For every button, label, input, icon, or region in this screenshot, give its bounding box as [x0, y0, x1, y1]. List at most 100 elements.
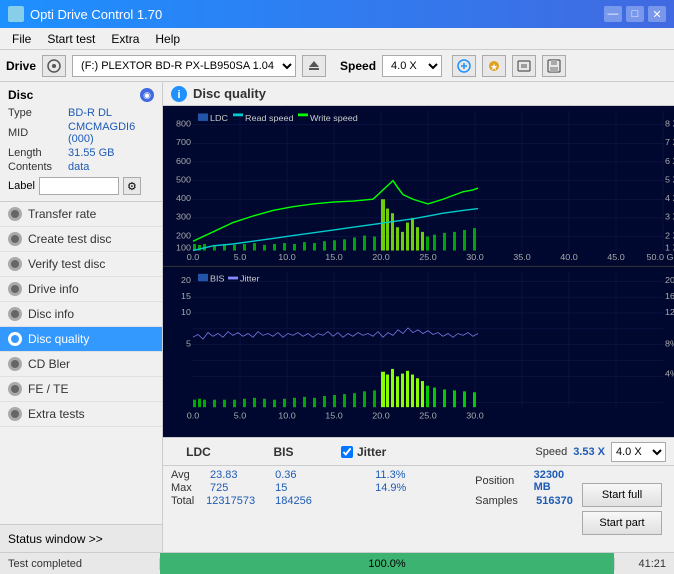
svg-text:16%: 16%	[665, 291, 674, 301]
svg-text:30.0: 30.0	[466, 411, 484, 421]
progress-text: 100.0%	[368, 558, 405, 570]
status-text: Test completed	[0, 558, 160, 570]
svg-text:Write speed: Write speed	[310, 113, 358, 123]
svg-text:12%: 12%	[665, 307, 674, 317]
total-ldc: 12317573	[206, 495, 255, 507]
save-button[interactable]	[542, 55, 566, 77]
svg-text:10.0: 10.0	[278, 411, 296, 421]
svg-text:5: 5	[186, 339, 191, 349]
status-window-label: Status window >>	[8, 532, 103, 546]
drive-icon-button[interactable]	[42, 55, 66, 77]
menu-start-test[interactable]: Start test	[39, 30, 103, 48]
disc-quality-title: Disc quality	[193, 86, 266, 101]
toolbar-btn-1[interactable]	[452, 55, 476, 77]
app-icon	[8, 6, 24, 22]
sidebar-item-disc-info[interactable]: Disc info	[0, 302, 162, 327]
content-area: i Disc quality	[163, 82, 674, 552]
sidebar-item-cd-bler[interactable]: CD Bler	[0, 352, 162, 377]
position-label: Position	[475, 475, 527, 487]
svg-text:15.0: 15.0	[325, 411, 343, 421]
cd-bler-icon	[8, 357, 22, 371]
close-button[interactable]: ✕	[648, 6, 666, 22]
svg-text:300: 300	[176, 212, 191, 222]
avg-bis: 0.36	[275, 469, 296, 481]
svg-text:400: 400	[176, 193, 191, 203]
speed-select-bottom[interactable]: 4.0 X	[611, 442, 666, 462]
sidebar: Disc ◉ Type BD-R DL MID CMCMAGDI6 (000) …	[0, 82, 163, 552]
svg-text:200: 200	[176, 231, 191, 241]
toolbar-btn-2[interactable]: ★	[482, 55, 506, 77]
sidebar-item-verify-test-disc[interactable]: Verify test disc	[0, 252, 162, 277]
svg-text:4%: 4%	[665, 369, 674, 379]
svg-text:500: 500	[176, 175, 191, 185]
svg-text:3 X: 3 X	[665, 212, 674, 222]
progress-bar-container: 100.0%	[160, 553, 614, 574]
disc-quality-header-icon: i	[171, 86, 187, 102]
jitter-header: Jitter	[357, 445, 386, 459]
avg-jitter: 11.3%	[375, 469, 405, 481]
sidebar-item-drive-info[interactable]: Drive info	[0, 277, 162, 302]
create-test-disc-icon	[8, 232, 22, 246]
minimize-button[interactable]: —	[604, 6, 622, 22]
svg-text:20%: 20%	[665, 275, 674, 285]
svg-text:2 X: 2 X	[665, 231, 674, 241]
drivebar: Drive (F:) PLEXTOR BD-R PX-LB950SA 1.04 …	[0, 50, 674, 82]
jitter-checkbox[interactable]	[341, 446, 353, 458]
maximize-button[interactable]: □	[626, 6, 644, 22]
drive-info-icon	[8, 282, 22, 296]
svg-text:35.0: 35.0	[513, 252, 531, 262]
label-label: Label	[8, 180, 35, 192]
total-label: Total	[171, 495, 202, 507]
svg-text:25.0: 25.0	[419, 252, 437, 262]
sidebar-item-disc-quality[interactable]: Disc quality	[0, 327, 162, 352]
disc-icon[interactable]: ◉	[140, 88, 154, 102]
toolbar-btn-3[interactable]	[512, 55, 536, 77]
svg-text:15.0: 15.0	[325, 252, 343, 262]
length-label: Length	[8, 146, 68, 160]
jitter-section: 11.3% 14.9%	[375, 469, 455, 549]
sidebar-item-create-test-disc[interactable]: Create test disc	[0, 227, 162, 252]
samples-value: 516370	[536, 495, 573, 507]
svg-text:25.0: 25.0	[419, 411, 437, 421]
extra-tests-icon	[8, 407, 22, 421]
label-star-button[interactable]: ⚙	[123, 177, 141, 195]
svg-text:600: 600	[176, 156, 191, 166]
drive-select[interactable]: (F:) PLEXTOR BD-R PX-LB950SA 1.04	[72, 55, 296, 77]
svg-text:5 X: 5 X	[665, 175, 674, 185]
svg-text:6 X: 6 X	[665, 156, 674, 166]
window-controls: — □ ✕	[604, 6, 666, 22]
svg-text:1 X: 1 X	[665, 243, 674, 253]
sidebar-nav: Transfer rate Create test disc Verify te…	[0, 202, 162, 524]
svg-text:100: 100	[176, 243, 191, 253]
time-text: 41:21	[614, 558, 674, 570]
menu-extra[interactable]: Extra	[103, 30, 147, 48]
start-part-button[interactable]: Start part	[582, 511, 662, 535]
svg-text:★: ★	[490, 62, 498, 72]
svg-text:40.0: 40.0	[560, 252, 578, 262]
mid-value: CMCMAGDI6 (000)	[68, 120, 154, 146]
svg-text:0.0: 0.0	[187, 252, 200, 262]
svg-text:700: 700	[176, 137, 191, 147]
avg-section: Avg 23.83 Max 725 Total 12317573	[171, 469, 255, 549]
sidebar-item-fe-te[interactable]: FE / TE	[0, 377, 162, 402]
label-input[interactable]	[39, 177, 119, 195]
sidebar-item-transfer-rate[interactable]: Transfer rate	[0, 202, 162, 227]
status-window-toggle[interactable]: Status window >>	[0, 524, 162, 552]
speed-select[interactable]: 4.0 X	[382, 55, 442, 77]
speed-pos-section: Position 32300 MB Samples 516370	[475, 469, 582, 549]
disc-info-panel: Disc ◉ Type BD-R DL MID CMCMAGDI6 (000) …	[0, 82, 162, 202]
length-value: 31.55 GB	[68, 146, 154, 160]
disc-section-title: Disc	[8, 88, 33, 102]
svg-text:5.0: 5.0	[234, 411, 247, 421]
samples-label: Samples	[475, 495, 530, 507]
sidebar-item-extra-tests[interactable]: Extra tests	[0, 402, 162, 427]
speed-value: 3.53 X	[573, 446, 605, 458]
menu-help[interactable]: Help	[147, 30, 188, 48]
total-bis: 184256	[275, 495, 312, 507]
start-full-button[interactable]: Start full	[582, 483, 662, 507]
eject-button[interactable]	[302, 55, 326, 77]
contents-label: Contents	[8, 160, 68, 174]
svg-text:5.0: 5.0	[234, 252, 247, 262]
title-area: Opti Drive Control 1.70	[8, 6, 162, 22]
menu-file[interactable]: File	[4, 30, 39, 48]
